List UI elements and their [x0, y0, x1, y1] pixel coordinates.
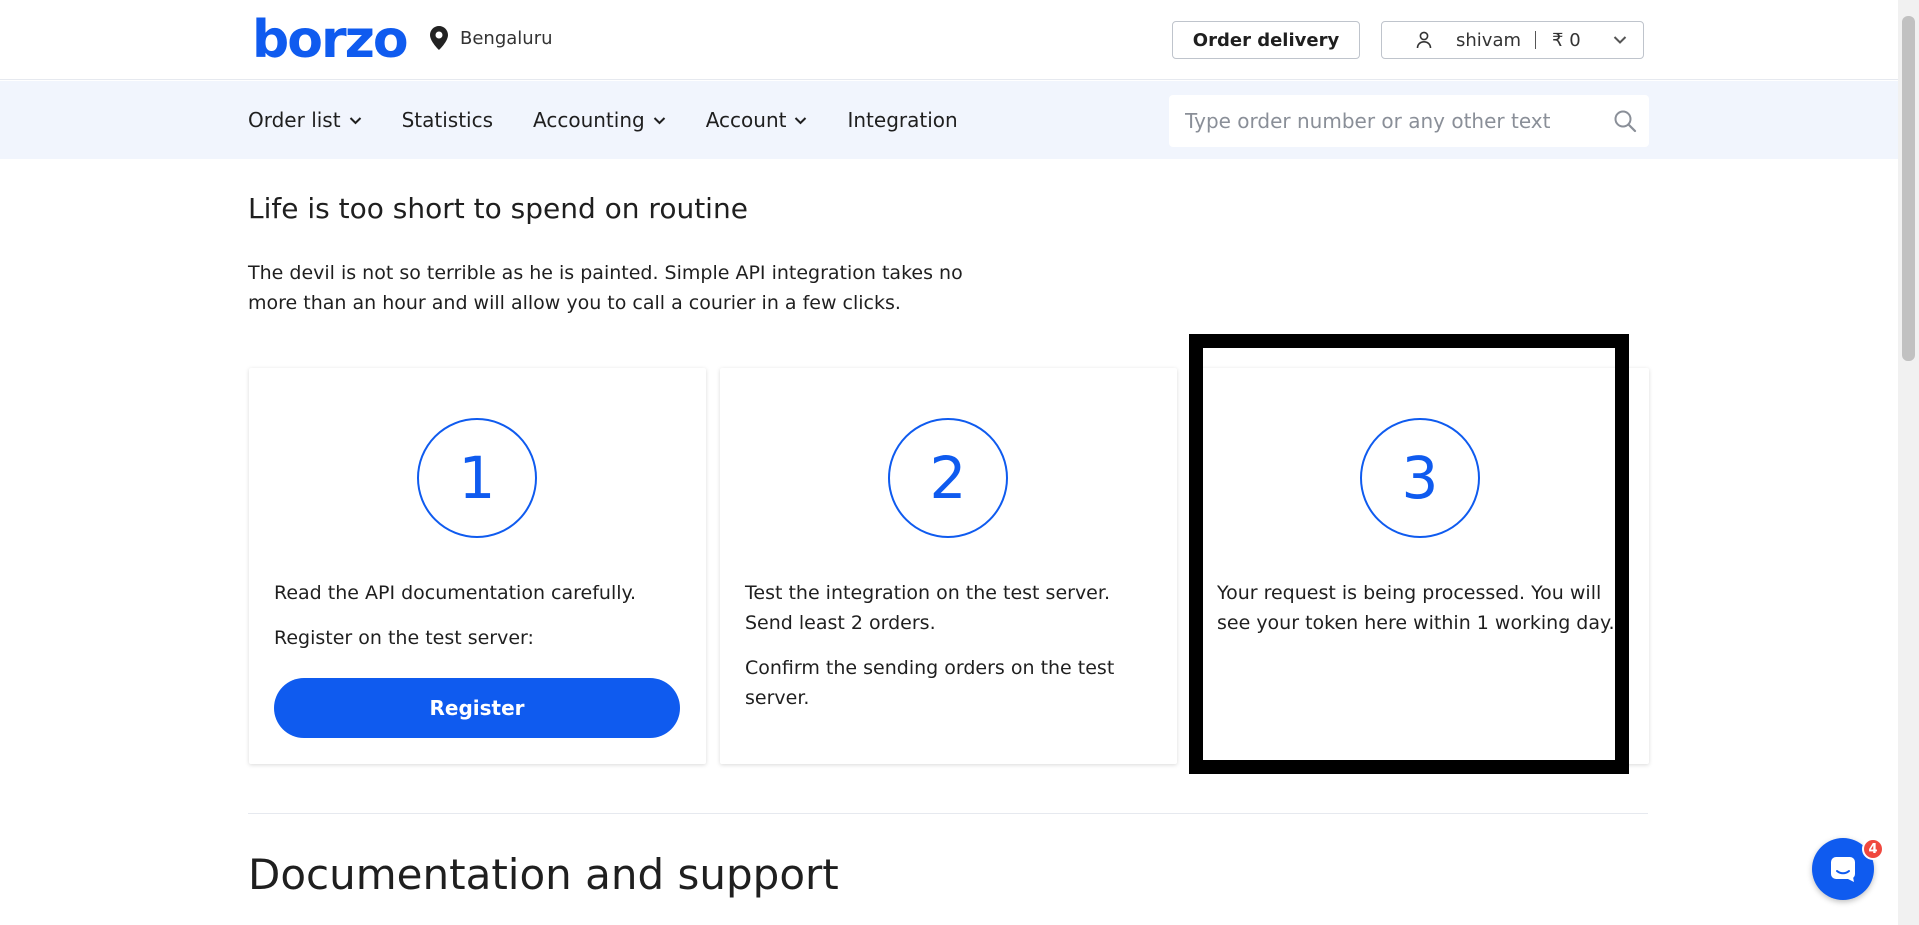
step-number-circle: 3 [1360, 418, 1480, 538]
chevron-down-icon [795, 116, 807, 124]
nav-statistics[interactable]: Statistics [402, 108, 493, 132]
main-nav-bar: Order list Statistics Accounting Account… [0, 81, 1898, 159]
step-card-3: 3 Your request is being processed. You w… [1192, 368, 1649, 764]
step-text: Read the API documentation carefully. [274, 582, 637, 604]
top-header: borzo Bengaluru Order delivery shivam ₹ … [0, 0, 1898, 80]
user-menu[interactable]: shivam ₹ 0 [1381, 21, 1644, 59]
step-text: Confirm the sending orders on the test s… [745, 657, 1115, 709]
search-box [1169, 95, 1649, 147]
nav-account[interactable]: Account [706, 108, 808, 132]
nav-label: Integration [847, 108, 958, 132]
step-card-2: 2 Test the integration on the test serve… [720, 368, 1177, 764]
register-button[interactable]: Register [274, 678, 680, 738]
balance: ₹ 0 [1552, 29, 1581, 51]
step-number-circle: 2 [888, 418, 1008, 538]
intro-text: The devil is not so terrible as he is pa… [248, 262, 963, 314]
main-nav: Order list Statistics Accounting Account… [248, 81, 998, 159]
nav-order-list[interactable]: Order list [248, 108, 362, 132]
step-text: Your request is being processed. You wil… [1217, 582, 1615, 634]
search-input[interactable] [1169, 95, 1589, 147]
scrollbar[interactable] [1898, 0, 1919, 925]
chat-icon [1831, 857, 1855, 882]
nav-label: Account [705, 108, 787, 132]
docs-heading: Documentation and support [248, 850, 839, 899]
section-divider [248, 813, 1648, 814]
nav-accounting[interactable]: Accounting [533, 108, 666, 132]
user-name: shivam [1456, 29, 1522, 51]
chevron-down-icon [653, 116, 665, 124]
notification-badge: 4 [1862, 838, 1884, 860]
nav-label: Order list [248, 108, 341, 132]
order-delivery-button[interactable]: Order delivery [1172, 21, 1360, 59]
chevron-down-icon[interactable] [1613, 35, 1627, 45]
step-text: Test the integration on the test server.… [745, 582, 1110, 634]
borzo-logo[interactable]: borzo [252, 10, 409, 70]
search-icon[interactable] [1613, 109, 1637, 133]
nav-label: Accounting [533, 108, 645, 132]
nav-integration[interactable]: Integration [847, 108, 957, 132]
city-name: Bengaluru [460, 27, 553, 49]
scrollbar-thumb[interactable] [1902, 16, 1915, 361]
step-text: Register on the test server: [274, 627, 534, 649]
chevron-down-icon [349, 116, 361, 124]
location-pin-icon [430, 26, 448, 50]
user-icon [1416, 31, 1432, 49]
step-card-1: 1 Read the API documentation carefully. … [249, 368, 706, 764]
step-number-circle: 1 [417, 418, 537, 538]
nav-label: Statistics [401, 108, 494, 132]
page-headline: Life is too short to spend on routine [248, 192, 748, 225]
city-selector[interactable]: Bengaluru [430, 26, 553, 50]
user-divider [1535, 31, 1537, 49]
